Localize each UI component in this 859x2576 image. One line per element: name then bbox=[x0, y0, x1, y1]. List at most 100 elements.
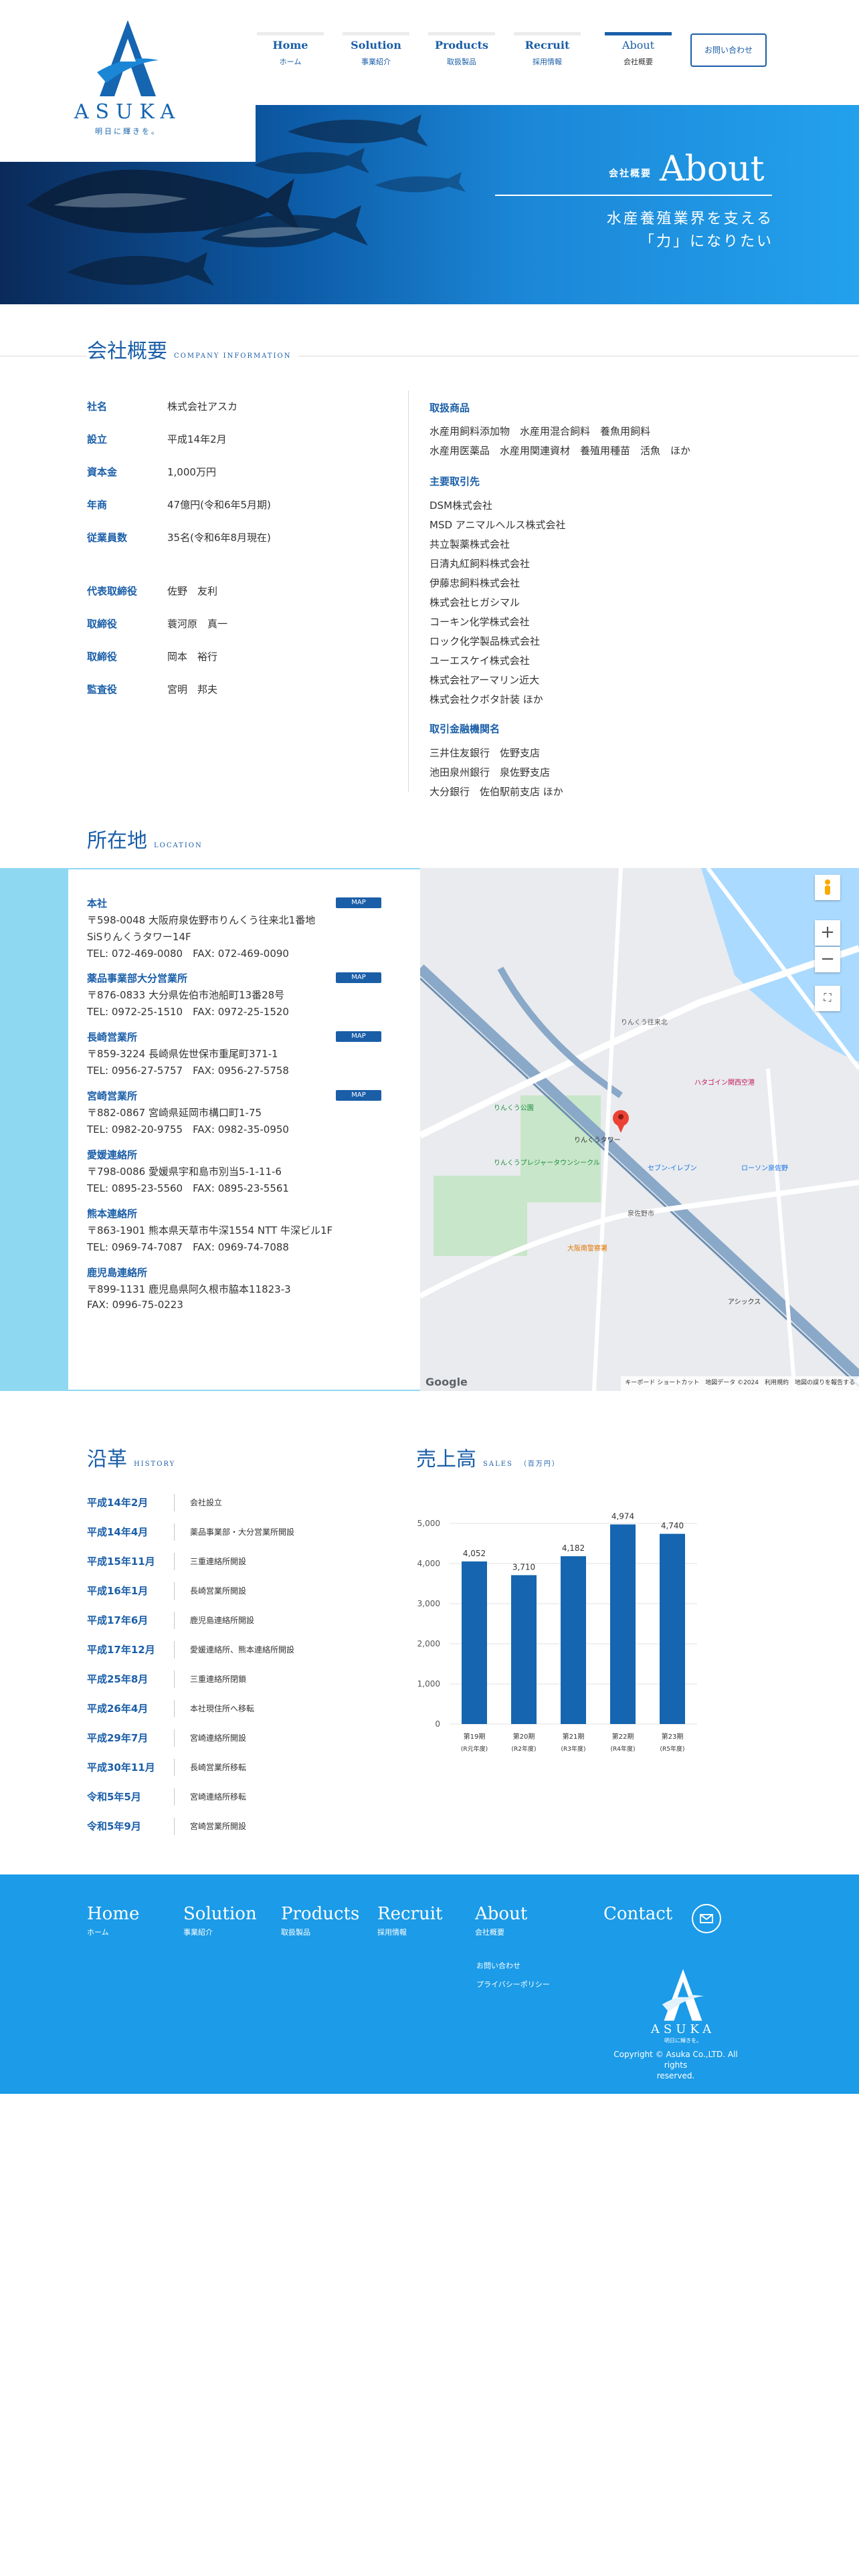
history-date: 平成17年6月 bbox=[87, 1614, 149, 1626]
map-canvas bbox=[420, 868, 859, 1391]
client-item: ユーエスケイ株式会社 bbox=[430, 655, 530, 667]
zoom-in-button[interactable]: + bbox=[815, 920, 840, 946]
row-value: 宮明 邦夫 bbox=[167, 683, 218, 695]
zoom-out-button[interactable]: − bbox=[815, 947, 840, 972]
overview-row: 代表取締役 佐野 友利 bbox=[87, 584, 401, 600]
y-tick-label: 0 bbox=[435, 1719, 440, 1729]
overview-heading: 会社概要 COMPANY INFORMATION bbox=[87, 334, 298, 364]
y-tick-label: 2,000 bbox=[417, 1639, 440, 1648]
footer-nav-about[interactable]: About 会社概要 bbox=[475, 1904, 527, 1937]
sales-bar bbox=[660, 1533, 685, 1724]
nav-label-jp: 事業紹介 bbox=[361, 58, 391, 66]
nav-solution[interactable]: Solution 事業紹介 bbox=[340, 32, 412, 70]
office-item: 愛媛連絡所 〒798-0086 愛媛県宇和島市別当5-1-11-6 TEL: 0… bbox=[87, 1148, 381, 1195]
copyright-line: Copyright © Asuka Co.,LTD. All rights bbox=[613, 2050, 738, 2070]
office-line: 〒863-1901 熊本県天草市牛深1554 NTT 牛深ビル1F bbox=[87, 1224, 333, 1237]
overview-row: 年商 47億円(令和6年5月期) bbox=[87, 498, 401, 514]
history-title: 沿革 bbox=[87, 1448, 127, 1471]
bank-item: 三井住友銀行 佐野支店 bbox=[430, 747, 541, 759]
map-label: りんくうプレジャータウンシークル bbox=[494, 1160, 600, 1167]
map-label: ハタゴイン関西空港 bbox=[694, 1079, 755, 1087]
nav-products[interactable]: Products 取扱製品 bbox=[425, 32, 498, 70]
footer-link-contact[interactable]: お問い合わせ bbox=[476, 1960, 520, 1971]
sales-title-en: SALES bbox=[483, 1461, 513, 1468]
office-line: TEL: 0956-27-5757 FAX: 0956-27-5758 bbox=[87, 1065, 289, 1077]
x-tick-sublabel: (R2年度) bbox=[511, 1745, 536, 1753]
history-separator bbox=[174, 1641, 175, 1658]
nav-label-jp: ホーム bbox=[279, 58, 302, 66]
hero-title: About bbox=[660, 149, 765, 189]
history-date: 平成17年12月 bbox=[87, 1644, 155, 1656]
row-label: 設立 bbox=[87, 433, 108, 445]
history-event: 愛媛連絡所、熊本連絡所開設 bbox=[190, 1645, 295, 1654]
history-row: 令和5年9月 宮崎営業所開設 bbox=[87, 1818, 368, 1835]
x-tick-sublabel: (R5年度) bbox=[660, 1745, 684, 1753]
contact-button[interactable]: お問い合わせ bbox=[690, 33, 767, 67]
y-tick-label: 5,000 bbox=[417, 1519, 440, 1528]
footer-logo-icon bbox=[662, 1969, 704, 2021]
nav-home[interactable]: Home ホーム bbox=[254, 32, 326, 70]
history-heading: 沿革 HISTORY bbox=[87, 1442, 175, 1472]
row-value: 株式会社アスカ bbox=[167, 401, 238, 413]
footer-link-jp: 事業紹介 bbox=[183, 1928, 213, 1937]
bar-value-label: 3,710 bbox=[512, 1562, 535, 1572]
nav-label-en: Solution bbox=[351, 39, 401, 51]
hero-divider bbox=[495, 195, 772, 196]
mail-glyph bbox=[700, 1914, 713, 1923]
footer-nav-home[interactable]: Home ホーム bbox=[87, 1904, 139, 1937]
footer-link-privacy[interactable]: プライバシーポリシー bbox=[476, 1979, 550, 1990]
footer-link-en: Solution bbox=[183, 1904, 257, 1924]
map-button[interactable]: MAP bbox=[336, 897, 381, 908]
history-date: 平成26年4月 bbox=[87, 1703, 149, 1715]
footer-nav-products[interactable]: Products 取扱製品 bbox=[281, 1904, 359, 1937]
footer-contact-link[interactable]: Contact bbox=[603, 1904, 672, 1924]
map-button[interactable]: MAP bbox=[336, 1031, 381, 1042]
map-button[interactable]: MAP bbox=[336, 1090, 381, 1101]
footer-link-en: Recruit bbox=[377, 1904, 443, 1924]
logo-area[interactable]: ASUKA 明日に輝きを。 bbox=[0, 0, 256, 162]
nav-about[interactable]: About 会社概要 bbox=[602, 32, 674, 70]
row-value: 佐野 友利 bbox=[167, 585, 218, 597]
history-separator bbox=[174, 1729, 175, 1747]
map-attribution[interactable]: キーボード ショートカット 地図データ ©2024 利用規約 地図の誤りを報告す… bbox=[621, 1376, 859, 1391]
google-map[interactable]: + − ⛶ りんくう往来北 りんくうタワー りんくう公園 泉佐野市 りんくうプレ… bbox=[420, 868, 859, 1391]
site-footer: Home ホーム Solution 事業紹介 Products 取扱製品 Rec… bbox=[0, 1874, 859, 2094]
fullscreen-icon[interactable]: ⛶ bbox=[815, 986, 840, 1011]
history-date: 平成16年1月 bbox=[87, 1585, 149, 1597]
footer-nav-recruit[interactable]: Recruit 採用情報 bbox=[377, 1904, 442, 1937]
products-line: 水産用医薬品 水産用関連資材 養殖用種苗 活魚 ほか bbox=[430, 445, 691, 457]
logo-tagline: 明日に輝きを。 bbox=[95, 127, 161, 136]
hero-copy-line2: 「力」になりたい bbox=[639, 233, 773, 250]
footer-nav-solution[interactable]: Solution 事業紹介 bbox=[183, 1904, 257, 1937]
history-separator bbox=[174, 1494, 175, 1511]
footer-link-en: About bbox=[475, 1904, 528, 1924]
clients-heading: 主要取引先 bbox=[430, 475, 480, 488]
history-date: 平成30年11月 bbox=[87, 1761, 155, 1774]
bank-item: 池田泉州銀行 泉佐野支店 bbox=[430, 766, 551, 778]
office-line: 〒859-3224 長崎県佐世保市重尾町371-1 bbox=[87, 1048, 278, 1060]
history-event: 鹿児島連絡所開設 bbox=[190, 1616, 255, 1625]
sales-bar bbox=[462, 1561, 487, 1724]
history-separator bbox=[174, 1788, 175, 1806]
pegman-glyph bbox=[825, 879, 830, 895]
office-name: 鹿児島連絡所 bbox=[87, 1267, 148, 1279]
location-title-en: LOCATION bbox=[154, 842, 203, 849]
nav-recruit[interactable]: Recruit 採用情報 bbox=[511, 32, 583, 70]
map-button[interactable]: MAP bbox=[336, 972, 381, 983]
history-event: 宮崎営業所開設 bbox=[190, 1822, 247, 1831]
row-label: 社名 bbox=[87, 401, 108, 413]
row-label: 年商 bbox=[87, 499, 108, 511]
office-item: 熊本連絡所 〒863-1901 熊本県天草市牛深1554 NTT 牛深ビル1F … bbox=[87, 1206, 381, 1254]
client-item: DSM株式会社 bbox=[430, 500, 493, 512]
row-value: 蓑河原 真一 bbox=[167, 618, 228, 630]
history-row: 平成14年2月 会社設立 bbox=[87, 1494, 368, 1511]
sales-bar bbox=[610, 1524, 636, 1724]
office-line: TEL: 0972-25-1510 FAX: 0972-25-1520 bbox=[87, 1006, 289, 1018]
logo-mark-icon bbox=[97, 20, 159, 96]
overview-row: 取締役 蓑河原 真一 bbox=[87, 617, 401, 633]
pegman-icon[interactable] bbox=[815, 875, 840, 900]
mail-icon[interactable] bbox=[692, 1904, 721, 1933]
sales-unit: （百万円） bbox=[519, 1461, 560, 1468]
map-label: 泉佐野市 bbox=[628, 1210, 654, 1218]
history-separator bbox=[174, 1612, 175, 1629]
